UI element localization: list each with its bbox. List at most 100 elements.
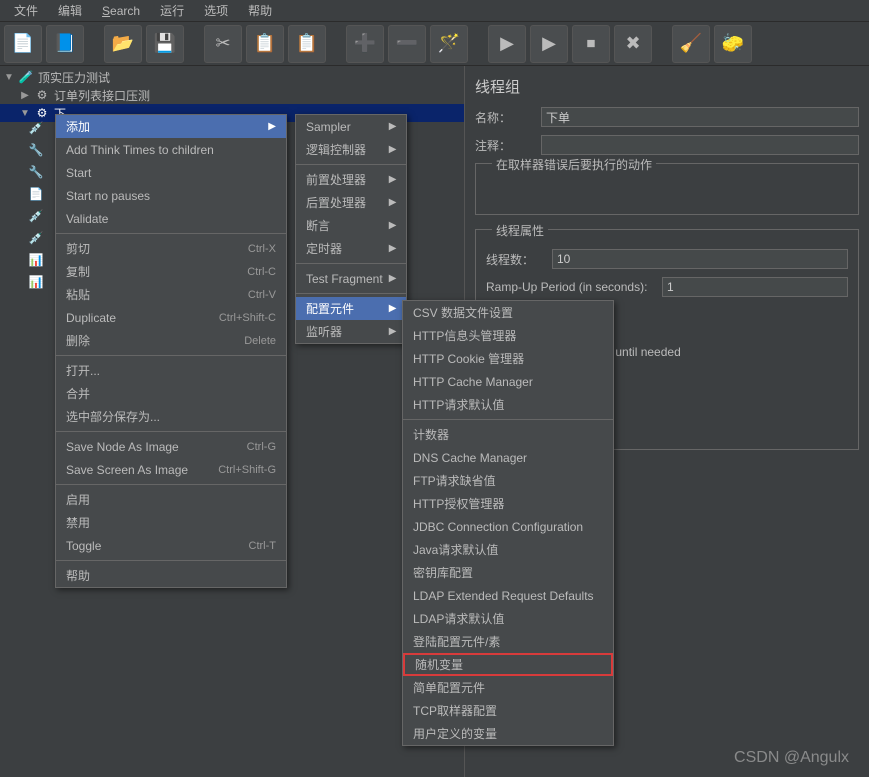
twisty-icon[interactable]: ▼ [4,72,14,83]
menuitem-validate[interactable]: Validate [56,207,286,230]
template-icon[interactable]: 📘 [46,25,84,63]
menu-运行[interactable]: 运行 [150,0,194,21]
menuitem-add-think-times-to-children[interactable]: Add Think Times to children [56,138,286,161]
comment-input[interactable] [541,135,859,155]
clear-all-icon[interactable]: 🧽 [714,25,752,63]
menuitem--[interactable]: 前置处理器▶ [296,168,406,191]
minus-icon[interactable]: ➖ [388,25,426,63]
menuitem--[interactable]: 逻辑控制器▶ [296,138,406,161]
plus-icon[interactable]: ➕ [346,25,384,63]
menuitem-start-no-pauses[interactable]: Start no pauses [56,184,286,207]
menuitem--[interactable]: 帮助 [56,564,286,587]
menu-文件[interactable]: 文件 [4,0,48,21]
menuitem--[interactable]: 选中部分保存为... [56,405,286,428]
menuitem--[interactable]: 复制Ctrl-C [56,260,286,283]
menuitem-test-fragment[interactable]: Test Fragment▶ [296,267,406,290]
menuitem-toggle[interactable]: ToggleCtrl-T [56,534,286,557]
menu-帮助[interactable]: 帮助 [238,0,282,21]
menuitem-label: Toggle [66,539,101,553]
menuitem-http-[interactable]: HTTP授权管理器 [403,492,613,515]
wand-icon[interactable]: 🪄 [430,25,468,63]
menuitem-start[interactable]: Start [56,161,286,184]
menuitem--[interactable]: 简单配置元件 [403,676,613,699]
tree-thread-group-1[interactable]: ▶ ⚙ 订单列表接口压测 [0,86,464,104]
copy-icon[interactable]: 📋 [246,25,284,63]
menuitem-ftp-[interactable]: FTP请求缺省值 [403,469,613,492]
menuitem-java-[interactable]: Java请求默认值 [403,538,613,561]
stop-icon[interactable]: ⏹ [572,25,610,63]
menuitem--[interactable]: 定时器▶ [296,237,406,260]
context-menu[interactable]: 添加▶Add Think Times to childrenStartStart… [55,114,287,588]
menuitem--[interactable]: 随机变量 [403,653,613,676]
menu-选项[interactable]: 选项 [194,0,238,21]
open-icon[interactable]: 📂 [104,25,142,63]
shutdown-icon[interactable]: ✖ [614,25,652,63]
menuitem-http-cookie-[interactable]: HTTP Cookie 管理器 [403,347,613,370]
menuitem-http-[interactable]: HTTP信息头管理器 [403,324,613,347]
menuitem-save-screen-as-image[interactable]: Save Screen As ImageCtrl+Shift-G [56,458,286,481]
menuitem-tcp-[interactable]: TCP取样器配置 [403,699,613,722]
main-area: ▼ 🧪 顶实压力测试 ▶ ⚙ 订单列表接口压测 ▼ ⚙ 下 💉 🔧 🔧 📄 💉 … [0,66,869,777]
menuitem--[interactable]: 密钥库配置 [403,561,613,584]
run-remote-icon[interactable]: ▶ [530,25,568,63]
twisty-icon[interactable]: ▶ [20,90,30,101]
menuitem--[interactable]: 后置处理器▶ [296,191,406,214]
threads-input[interactable] [552,249,848,269]
menuitem-label: LDAP Extended Request Defaults [413,589,594,603]
paste-icon[interactable]: 📋 [288,25,326,63]
tree-root[interactable]: ▼ 🧪 顶实压力测试 [0,68,464,86]
shortcut: Ctrl+Shift-G [218,464,276,476]
submenu-config[interactable]: CSV 数据文件设置HTTP信息头管理器HTTP Cookie 管理器HTTP … [402,300,614,746]
menuitem--[interactable]: 计数器 [403,423,613,446]
menuitem-jdbc-connection-configuration[interactable]: JDBC Connection Configuration [403,515,613,538]
menuitem-label: 计数器 [413,426,449,443]
menuitem--[interactable]: 合并 [56,382,286,405]
new-icon[interactable]: 📄 [4,25,42,63]
menuitem-label: 复制 [66,263,90,280]
menuitem-http-cache-manager[interactable]: HTTP Cache Manager [403,370,613,393]
menuitem-dns-cache-manager[interactable]: DNS Cache Manager [403,446,613,469]
menuitem--[interactable]: 粘贴Ctrl-V [56,283,286,306]
menuitem-ldap-extended-request-defaults[interactable]: LDAP Extended Request Defaults [403,584,613,607]
menuitem-http-[interactable]: HTTP请求默认值 [403,393,613,416]
chevron-right-icon: ▶ [389,243,397,254]
menuitem--[interactable]: 用户定义的变量 [403,722,613,745]
error-action-label: 在取样器错误后要执行的动作 [492,156,656,173]
menuitem-label: 删除 [66,332,90,349]
menuitem--[interactable]: 监听器▶ [296,320,406,343]
menu-search[interactable]: Search [92,2,150,20]
menu-编辑[interactable]: 编辑 [48,0,92,21]
menuitem-ldap-[interactable]: LDAP请求默认值 [403,607,613,630]
menuitem--[interactable]: 禁用 [56,511,286,534]
menuitem--[interactable]: 打开... [56,359,286,382]
flask-icon: 🧪 [18,69,34,85]
cut-icon[interactable]: ✂ [204,25,242,63]
name-input[interactable] [541,107,859,127]
chevron-right-icon: ▶ [389,121,397,132]
shortcut: Ctrl-G [247,441,276,453]
chevron-right-icon: ▶ [389,197,397,208]
menuitem--[interactable]: 配置元件▶ [296,297,406,320]
menuitem-save-node-as-image[interactable]: Save Node As ImageCtrl-G [56,435,286,458]
menuitem--[interactable]: 登陆配置元件/素 [403,630,613,653]
save-icon[interactable]: 💾 [146,25,184,63]
menuitem-label: 监听器 [306,323,342,340]
menuitem--[interactable]: 删除Delete [56,329,286,352]
name-label: 名称： [475,109,535,126]
menuitem-duplicate[interactable]: DuplicateCtrl+Shift-C [56,306,286,329]
rampup-input[interactable] [662,277,848,297]
chevron-right-icon: ▶ [389,174,397,185]
menuitem--[interactable]: 添加▶ [56,115,286,138]
menuitem-label: Test Fragment [306,272,383,286]
submenu-add[interactable]: Sampler▶逻辑控制器▶ 前置处理器▶后置处理器▶断言▶定时器▶ Test Fr… [295,114,407,344]
shortcut: Ctrl-V [248,289,276,301]
twisty-icon[interactable]: ▼ [20,108,30,119]
run-icon[interactable]: ▶ [488,25,526,63]
menuitem-csv-[interactable]: CSV 数据文件设置 [403,301,613,324]
menuitem--[interactable]: 断言▶ [296,214,406,237]
menuitem--[interactable]: 剪切Ctrl-X [56,237,286,260]
clear-icon[interactable]: 🧹 [672,25,710,63]
menuitem--[interactable]: 启用 [56,488,286,511]
menuitem-label: 添加 [66,118,90,135]
menuitem-sampler[interactable]: Sampler▶ [296,115,406,138]
